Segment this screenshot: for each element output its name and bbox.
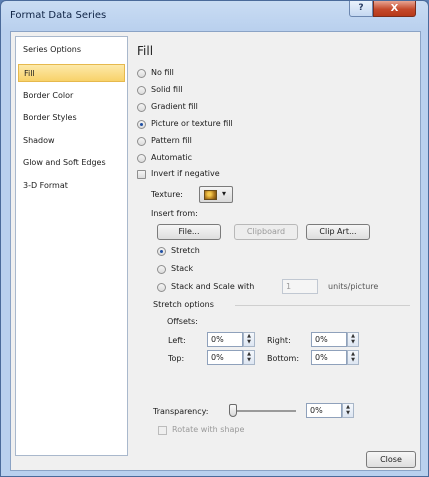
solid-fill-radio[interactable] [137,86,146,95]
solid-fill-label[interactable]: Solid fill [151,85,183,94]
chevron-down-icon: ▾ [222,189,227,198]
transparency-slider-thumb[interactable] [229,404,237,417]
left-offset-spinner[interactable]: ▲ ▼ [243,332,255,347]
picture-texture-fill-label[interactable]: Picture or texture fill [151,119,233,128]
close-button[interactable]: Close [366,451,416,468]
no-fill-label[interactable]: No fill [151,68,174,77]
stack-and-scale-radio[interactable] [157,283,166,292]
right-offset-spinner[interactable]: ▲ ▼ [347,332,359,347]
bottom-offset-label: Bottom: [267,354,300,363]
sidebar-item-series-options[interactable]: Series Options [18,41,125,59]
texture-swatch [204,190,217,200]
stack-and-scale-label[interactable]: Stack and Scale with [171,282,254,291]
automatic-label[interactable]: Automatic [151,153,192,162]
rotate-with-shape-checkbox [158,426,167,435]
sidebar-item-3d-format[interactable]: 3-D Format [18,177,125,195]
left-offset-label: Left: [168,336,186,345]
stretch-label[interactable]: Stretch [171,246,200,255]
sidebar-item-shadow[interactable]: Shadow [18,132,125,150]
transparency-input[interactable]: 0% [306,403,342,418]
offsets-label: Offsets: [167,317,198,326]
help-button[interactable]: ? [349,1,373,17]
automatic-radio[interactable] [137,154,146,163]
window-title: Format Data Series [10,10,107,21]
no-fill-radio[interactable] [137,69,146,78]
right-offset-input[interactable]: 0% [311,332,347,347]
bottom-offset-input[interactable]: 0% [311,350,347,365]
rotate-with-shape-label: Rotate with shape [172,425,245,434]
pattern-fill-radio[interactable] [137,137,146,146]
insert-from-label: Insert from: [151,209,198,218]
transparency-slider-track[interactable] [234,410,296,412]
stretch-options-label: Stretch options [153,300,214,309]
sidebar-item-fill[interactable]: Fill [18,64,125,82]
sidebar-item-border-styles[interactable]: Border Styles [18,109,125,127]
clipboard-button: Clipboard [234,224,298,240]
picture-texture-fill-radio[interactable] [137,120,146,129]
title-bar[interactable]: Format Data Series ? X [1,1,428,29]
close-window-icon[interactable]: X [373,1,416,17]
transparency-spinner[interactable]: ▲ ▼ [342,403,354,418]
file-button[interactable]: File... [157,224,221,240]
texture-label: Texture: [151,190,183,199]
invert-if-negative-checkbox[interactable] [137,170,146,179]
clip-art-button[interactable]: Clip Art... [306,224,370,240]
units-per-picture-label: units/picture [328,282,379,291]
invert-if-negative-label[interactable]: Invert if negative [151,169,220,178]
top-offset-input[interactable]: 0% [207,350,243,365]
stack-label[interactable]: Stack [171,264,193,273]
gradient-fill-label[interactable]: Gradient fill [151,102,198,111]
bottom-offset-spinner[interactable]: ▲ ▼ [347,350,359,365]
top-offset-spinner[interactable]: ▲ ▼ [243,350,255,365]
gradient-fill-radio[interactable] [137,103,146,112]
category-list: Series Options Fill Border Color Border … [15,36,128,456]
stretch-options-divider [235,305,410,306]
right-offset-label: Right: [267,336,291,345]
top-offset-label: Top: [168,354,185,363]
stack-radio[interactable] [157,265,166,274]
units-per-picture-input[interactable]: 1 [282,279,318,294]
stretch-radio[interactable] [157,247,166,256]
transparency-label: Transparency: [153,407,209,416]
dialog-body: Series Options Fill Border Color Border … [10,31,421,471]
fill-panel: Fill No fill Solid fill Gradient fill Pi… [135,32,420,470]
format-data-series-dialog: Format Data Series ? X Series Options Fi… [0,0,429,477]
sidebar-item-border-color[interactable]: Border Color [18,87,125,105]
sidebar-item-glow-soft-edges[interactable]: Glow and Soft Edges [18,154,125,172]
texture-dropdown[interactable]: ▾ [199,186,233,203]
left-offset-input[interactable]: 0% [207,332,243,347]
pattern-fill-label[interactable]: Pattern fill [151,136,192,145]
panel-heading: Fill [137,44,154,58]
